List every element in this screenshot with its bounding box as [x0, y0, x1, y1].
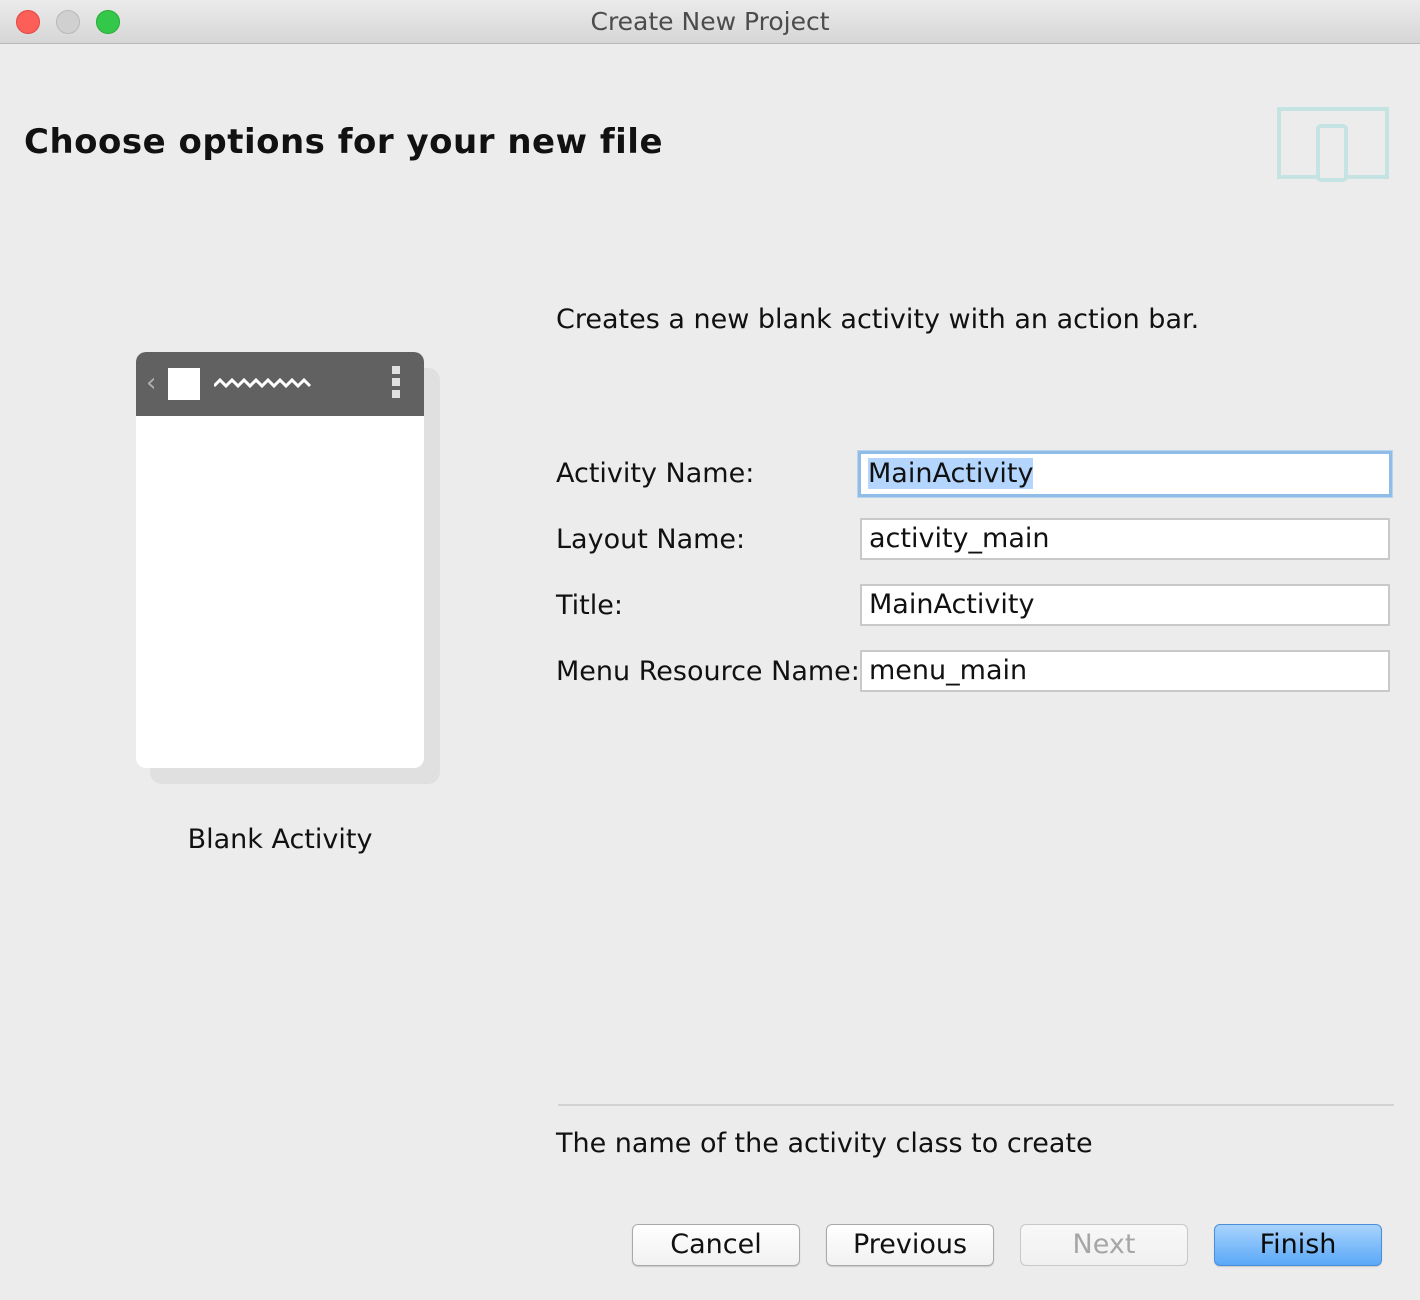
page-title: Choose options for your new file — [24, 122, 664, 162]
previous-button[interactable]: Previous — [826, 1224, 994, 1266]
activity-name-label: Activity Name: — [556, 458, 755, 489]
divider — [558, 1104, 1394, 1106]
menu-resource-label: Menu Resource Name: — [556, 656, 860, 687]
cancel-button[interactable]: Cancel — [632, 1224, 800, 1266]
activity-name-field[interactable]: MainActivity — [858, 451, 1392, 497]
back-chevron-icon: ‹ — [146, 368, 157, 398]
title-bar: Create New Project — [0, 0, 1420, 44]
app-icon-placeholder — [168, 368, 200, 400]
help-text: The name of the activity class to create — [556, 1128, 1093, 1159]
title-label: Title: — [556, 590, 623, 621]
preview-action-bar: ‹ — [136, 352, 424, 416]
layout-name-field[interactable]: activity_main — [860, 518, 1390, 560]
tablet-phone-icon — [1277, 107, 1389, 182]
finish-button[interactable]: Finish — [1214, 1224, 1382, 1266]
squiggle-title-icon — [214, 377, 312, 389]
template-name: Blank Activity — [187, 824, 373, 855]
title-field[interactable]: MainActivity — [860, 584, 1390, 626]
window-title: Create New Project — [590, 7, 830, 36]
layout-name-label: Layout Name: — [556, 524, 746, 555]
activity-preview: ‹ — [136, 352, 424, 768]
activity-name-value: MainActivity — [868, 458, 1034, 489]
overflow-menu-icon — [392, 366, 400, 402]
next-button[interactable]: Next — [1020, 1224, 1188, 1266]
menu-resource-field[interactable]: menu_main — [860, 650, 1390, 692]
template-description: Creates a new blank activity with an act… — [556, 304, 1200, 335]
